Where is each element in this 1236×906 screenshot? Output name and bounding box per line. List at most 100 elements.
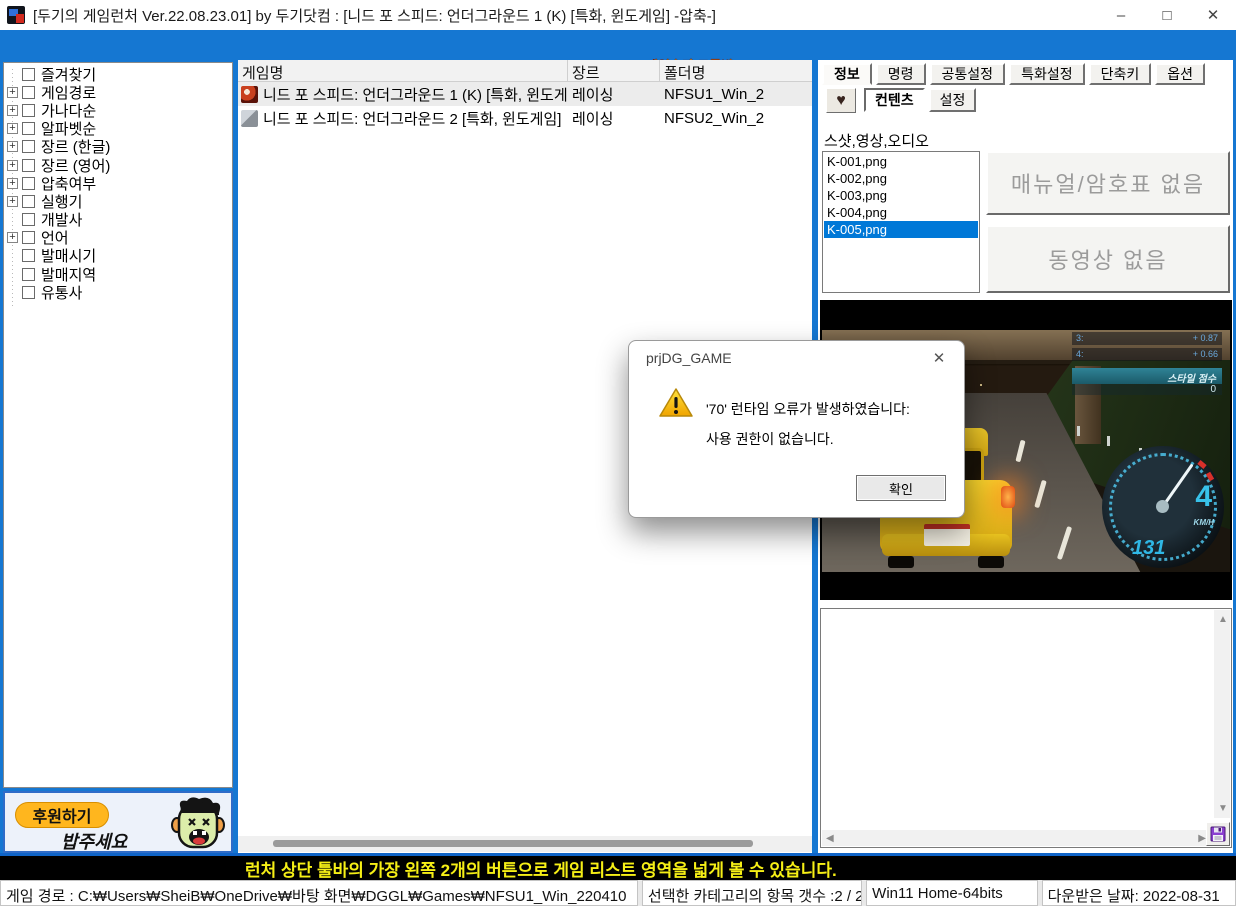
gear-indicator: 4 <box>1195 480 1212 513</box>
scroll-up-icon[interactable]: ▲ <box>1218 614 1228 625</box>
tree-checkbox[interactable] <box>22 176 35 190</box>
game-list-header: 게임명 장르 폴더명 <box>238 60 812 82</box>
screenshot-item[interactable]: K-003,png <box>824 187 978 204</box>
subtab-컨텐츠[interactable]: 컨텐츠 <box>864 88 925 112</box>
status-game-path: 게임 경로 : C:₩Users₩SheiB₩OneDrive₩바탕 화면₩DG… <box>0 880 638 906</box>
scroll-right-icon[interactable]: ▶ <box>1198 833 1206 844</box>
tree-expander-icon[interactable]: + <box>7 232 18 244</box>
maximize-button[interactable]: □ <box>1144 0 1190 30</box>
vertical-scrollbar[interactable]: ▲ ▼ <box>1214 610 1230 818</box>
tree-expander-icon[interactable]: + <box>7 195 18 207</box>
tree-expander-icon[interactable]: + <box>7 104 18 116</box>
tree-item[interactable]: + 장르 (한글) <box>4 138 232 156</box>
close-button[interactable]: ✕ <box>1190 0 1236 30</box>
tab-공통설정[interactable]: 공통설정 <box>929 63 1006 85</box>
tree-checkbox[interactable] <box>22 267 35 281</box>
dialog-message-line2: 사용 권한이 없습니다. <box>706 431 834 447</box>
scroll-left-icon[interactable]: ◀ <box>826 833 834 844</box>
tree-expander-icon[interactable]: + <box>7 141 18 153</box>
main-content: 즐겨찾기 + 게임경로 + 가나다순 + 알파벳순 + 장르 (한글) + 장르 (영어) + 압축여부… <box>0 60 1236 853</box>
tree-checkbox[interactable] <box>22 213 35 227</box>
screenshot-item[interactable]: K-004,png <box>824 204 978 221</box>
screenshot-item[interactable]: K-005,png <box>824 221 978 238</box>
subtab-설정[interactable]: 설정 <box>928 88 977 112</box>
game-row[interactable]: 니드 포 스피드: 언더그라운드 2 [특화, 윈도게임] 레이싱 NFSU2_Wi… <box>238 106 812 130</box>
minimize-button[interactable]: – <box>1098 0 1144 30</box>
main-toolbar: › › 게임추가 드롭박스두기의 고전게임두기의 무설치다음카페도움말 <box>0 30 1236 93</box>
tree-item[interactable]: + 실행기 <box>4 192 232 211</box>
tree-checkbox[interactable] <box>22 122 35 136</box>
info-tabs: 정보 명령 공통설정 특화설정 단축키 옵션 <box>822 63 1205 85</box>
scroll-down-icon[interactable]: ▼ <box>1218 803 1228 814</box>
tree-checkbox[interactable] <box>22 231 35 245</box>
tab-명령[interactable]: 명령 <box>875 63 926 85</box>
floppy-disk-icon <box>1210 826 1226 842</box>
tree-item[interactable]: + 장르 (영어) <box>4 156 232 175</box>
column-header-folder[interactable]: 폴더명 <box>660 60 812 81</box>
heart-icon: ♥ <box>836 91 846 109</box>
horizontal-scrollbar[interactable] <box>238 836 812 852</box>
speed-value: 131 <box>1132 537 1166 559</box>
tree-item[interactable]: + 알파벳순 <box>4 120 232 138</box>
title-bar: [두기의 게임런처 Ver.22.08.23.01] by 두기닷컴 : [니드… <box>0 0 1236 30</box>
error-dialog: prjDG_GAME ✕ '70' 런타임 오류가 발생하였습니다: 사용 권한… <box>628 340 965 518</box>
tree-checkbox[interactable] <box>22 85 35 99</box>
tree-item[interactable]: + 가나다순 <box>4 101 232 120</box>
save-note-button[interactable] <box>1206 822 1230 846</box>
tree-item[interactable]: + 언어 <box>4 229 232 247</box>
column-header-name[interactable]: 게임명 <box>238 60 568 81</box>
tree-checkbox[interactable] <box>22 285 35 299</box>
tree-item[interactable]: + 압축여부 <box>4 174 232 193</box>
game-row[interactable]: 니드 포 스피드: 언더그라운드 1 (K) [특화, 윈도게... 레이싱 NFS… <box>238 82 812 106</box>
tree-checkbox[interactable] <box>22 140 35 154</box>
tip-text: 런처 상단 툴바의 가장 왼쪽 2개의 버튼으로 게임 리스트 영역을 넓게 볼… <box>245 860 837 880</box>
style-score-label: 스타일 점수 <box>1072 368 1222 385</box>
tree-expander-icon[interactable]: + <box>7 123 18 135</box>
dialog-message-line1: '70' 런타임 오류가 발생하였습니다: <box>706 401 910 417</box>
status-category-count: 선택한 카테고리의 항목 갯수 :2 / 2 <box>641 880 863 906</box>
scrollbar-thumb[interactable] <box>273 840 753 847</box>
warning-icon <box>659 388 693 417</box>
tree-item[interactable]: 개발사 <box>4 211 232 229</box>
hud-split-row: 4: + 0.66 <box>1072 348 1222 361</box>
tree-item[interactable]: 발매시기 <box>4 247 232 265</box>
tab-단축키[interactable]: 단축키 <box>1088 63 1152 85</box>
tab-특화설정[interactable]: 특화설정 <box>1009 63 1085 85</box>
tree-checkbox[interactable] <box>22 158 35 172</box>
dialog-close-icon[interactable]: ✕ <box>926 347 952 369</box>
ok-button[interactable]: 확인 <box>856 475 946 501</box>
tree-expander-icon[interactable]: + <box>7 86 18 98</box>
manual-button[interactable]: 매뉴얼/암호표 없음 <box>986 151 1230 215</box>
favorite-button[interactable]: ♥ <box>826 88 856 113</box>
app-icon <box>7 6 25 24</box>
screenshot-item[interactable]: K-002,png <box>824 170 978 187</box>
media-section-label: 스샷,영상,오디오 <box>824 133 929 150</box>
tree-item[interactable]: + 게임경로 <box>4 83 232 102</box>
horizontal-scrollbar[interactable]: ◀ ▶ <box>822 830 1210 846</box>
tree-item[interactable]: 유통사 <box>4 283 232 302</box>
tree-item[interactable]: 즐겨찾기 <box>4 65 232 84</box>
tree-checkbox[interactable] <box>22 249 35 263</box>
tab-정보[interactable]: 정보 <box>822 63 872 85</box>
screenshot-list: K-001,png K-002,png K-003,png K-004,png K-00… <box>822 151 980 293</box>
column-header-genre[interactable]: 장르 <box>568 60 660 81</box>
tree-item[interactable]: 발매지역 <box>4 265 232 284</box>
guardrail-post <box>1077 426 1080 436</box>
donate-button[interactable]: 후원하기 <box>15 802 109 828</box>
tab-옵션[interactable]: 옵션 <box>1155 63 1205 85</box>
nfsu2-thumb-icon <box>241 109 258 127</box>
screenshot-item[interactable]: K-001,png <box>824 153 978 170</box>
description-textarea[interactable]: ▲ ▼ ◀ ▶ <box>820 608 1232 848</box>
donation-banner[interactable]: 후원하기 밥주세요 <box>3 791 233 853</box>
tree-checkbox[interactable] <box>22 103 35 117</box>
tree-expander-icon[interactable]: + <box>7 159 18 171</box>
nfsu1-thumb-icon <box>241 85 258 103</box>
tree-checkbox[interactable] <box>22 67 35 81</box>
status-download-date: 다운받은 날짜: 2022-08-31 <box>1041 880 1236 906</box>
tree-expander-icon[interactable]: + <box>7 177 18 189</box>
mascot-face-icon <box>171 797 225 849</box>
tree-checkbox[interactable] <box>22 194 35 208</box>
window-title: [두기의 게임런처 Ver.22.08.23.01] by 두기닷컴 : [니드… <box>33 7 716 25</box>
speedometer: 4 KM/H 131 <box>1102 446 1224 568</box>
video-button[interactable]: 동영상 없음 <box>986 225 1230 293</box>
